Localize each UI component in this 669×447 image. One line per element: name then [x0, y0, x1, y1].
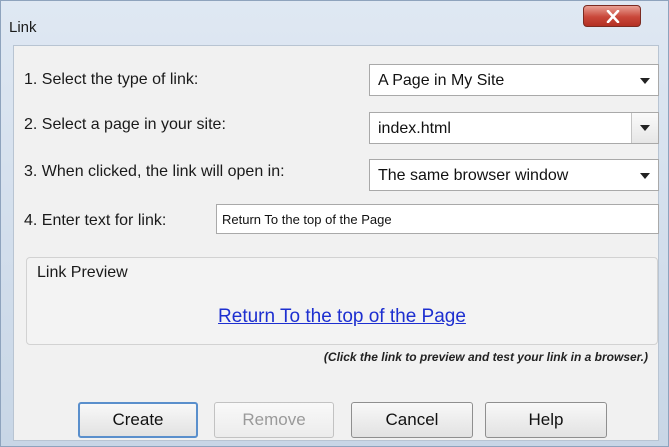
chevron-down-icon	[640, 78, 650, 84]
page-select-combo[interactable]: index.html	[369, 112, 659, 144]
link-text-label: 4. Enter text for link:	[24, 212, 167, 229]
open-in-select[interactable]: The same browser window	[369, 159, 659, 191]
chevron-down-icon	[640, 125, 650, 131]
link-text-field[interactable]	[216, 204, 659, 234]
link-type-label: 1. Select the type of link:	[24, 71, 199, 88]
preview-hint: (Click the link to preview and test your…	[323, 350, 648, 364]
title-bar: Link	[1, 1, 668, 45]
dialog-body: 1. Select the type of link: A Page in My…	[13, 45, 659, 441]
link-preview-link[interactable]: Return To the top of the Page	[27, 306, 657, 328]
page-select-label: 2. Select a page in your site:	[24, 116, 226, 133]
open-in-label: 3. When clicked, the link will open in:	[24, 163, 285, 180]
chevron-down-icon	[640, 173, 650, 179]
close-x-icon	[606, 10, 620, 23]
cancel-button[interactable]: Cancel	[351, 402, 473, 438]
dialog-title: Link	[9, 19, 37, 36]
page-select-value: index.html	[378, 120, 451, 137]
link-type-value: A Page in My Site	[378, 72, 505, 89]
create-button[interactable]: Create	[78, 402, 198, 438]
remove-button: Remove	[214, 402, 334, 438]
link-dialog: Link 1. Select the type of link: A Page …	[0, 0, 669, 447]
help-button[interactable]: Help	[485, 402, 607, 438]
open-in-value: The same browser window	[378, 167, 569, 184]
link-preview-group: Link Preview Return To the top of the Pa…	[26, 257, 658, 345]
close-button[interactable]	[583, 5, 641, 27]
link-preview-title: Link Preview	[37, 264, 128, 281]
link-text-input[interactable]	[217, 205, 658, 233]
link-type-select[interactable]: A Page in My Site	[369, 64, 659, 96]
page-dropdown-button[interactable]	[631, 113, 658, 143]
